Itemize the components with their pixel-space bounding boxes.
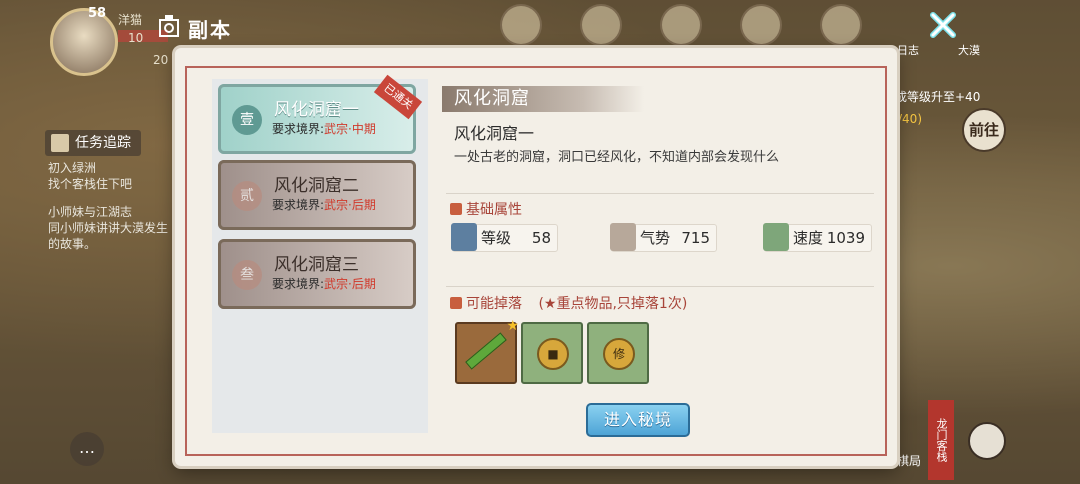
swirl-bullet-icon bbox=[450, 203, 462, 215]
menu-label-desert: 大漠 bbox=[958, 44, 980, 57]
stat-label: 气势 bbox=[640, 229, 671, 247]
menu-label-log: 日志 bbox=[897, 44, 919, 57]
upgrade-hint: 成等级升至+40 bbox=[895, 90, 981, 104]
requirement-value: 武宗·后期 bbox=[324, 277, 376, 291]
stat-value: 1039 bbox=[826, 229, 865, 247]
menu-icon-2[interactable] bbox=[580, 4, 622, 46]
stage-name: 风化洞窟三 bbox=[274, 255, 359, 275]
quest-title: 小师妹与江湖志 bbox=[48, 205, 133, 219]
requirement-label: 要求境界: bbox=[272, 198, 325, 212]
stage-requirement: 要求境界:武宗·后期 bbox=[272, 275, 376, 292]
drop-item-cultivation-coin[interactable]: 修 bbox=[587, 322, 649, 384]
menu-icon-5[interactable] bbox=[820, 4, 862, 46]
page-title: 副本 bbox=[188, 18, 232, 42]
stat-speed: 速度 1039 bbox=[763, 223, 872, 252]
stage-requirement: 要求境界:武宗·中期 bbox=[272, 120, 376, 137]
task-tracking-label: 任务追踪 bbox=[75, 135, 131, 151]
chess-label[interactable]: 棋局 bbox=[897, 452, 921, 469]
momentum-icon bbox=[610, 223, 636, 251]
requirement-label: 要求境界: bbox=[272, 122, 325, 136]
green-sword-icon bbox=[465, 332, 507, 370]
player-name: 洋猫 bbox=[118, 13, 143, 27]
requirement-value: 武宗·后期 bbox=[324, 198, 376, 212]
quest-title: 初入绿洲 bbox=[48, 161, 97, 175]
stage-requirement: 要求境界:武宗·后期 bbox=[272, 196, 376, 213]
requirement-value: 武宗·中期 bbox=[324, 122, 376, 136]
menu-icon-4[interactable] bbox=[740, 4, 782, 46]
speed-icon bbox=[763, 223, 789, 251]
stage-name: 风化洞窟二 bbox=[274, 176, 359, 196]
stage-badge: 叁 bbox=[232, 260, 262, 290]
divider bbox=[446, 286, 874, 287]
menu-icon-1[interactable] bbox=[500, 4, 542, 46]
drop-item-sword[interactable]: ★ bbox=[455, 318, 519, 384]
enter-dungeon-button[interactable]: 进入秘境 bbox=[586, 403, 690, 437]
player-avatar[interactable] bbox=[50, 8, 118, 76]
chat-button[interactable]: … bbox=[70, 432, 104, 466]
stage-description: 一处古老的洞窟，洞口已经风化，不知道内部会发现什么 bbox=[454, 150, 780, 165]
stage-name: 风化洞窟一 bbox=[274, 100, 359, 120]
section-title: 风化洞窟 bbox=[442, 86, 644, 112]
stat-label: 速度 bbox=[793, 229, 824, 247]
drops-title: 可能掉落 bbox=[466, 296, 522, 312]
quest-item[interactable]: 小师妹与江湖志 同小师妹讲讲大漠发生的故事。 bbox=[48, 204, 173, 252]
swirl-bullet-icon bbox=[450, 297, 462, 309]
cultivation-coin-icon: 修 bbox=[603, 338, 635, 370]
quest-desc: 找个客栈住下吧 bbox=[48, 177, 133, 191]
drops-heading: 可能掉落 (★重点物品,只掉落1次) bbox=[450, 293, 687, 313]
drops-note: (★重点物品,只掉落1次) bbox=[538, 296, 688, 312]
task-tracking-button[interactable]: 任务追踪 bbox=[45, 130, 141, 156]
player-level: 58 bbox=[88, 6, 107, 21]
player-stat-1: 10 bbox=[128, 31, 144, 45]
stat-value: 58 bbox=[531, 229, 551, 247]
goto-button[interactable]: 前往 bbox=[962, 108, 1006, 152]
attributes-title: 基础属性 bbox=[466, 202, 522, 218]
player-stat-2: 20 bbox=[153, 53, 169, 67]
attributes-heading: 基础属性 bbox=[450, 199, 522, 219]
stat-level: 等级 58 bbox=[451, 223, 558, 252]
stage-badge: 壹 bbox=[232, 105, 262, 135]
stat-value: 715 bbox=[681, 229, 710, 247]
chat-icon: … bbox=[79, 438, 95, 457]
stage-item-2[interactable]: 贰 风化洞窟二 要求境界:武宗·后期 bbox=[218, 160, 416, 230]
scroll-icon bbox=[51, 134, 69, 152]
drop-item-coin[interactable]: ■ bbox=[521, 322, 583, 384]
swirl-icon[interactable] bbox=[968, 422, 1006, 460]
close-icon[interactable] bbox=[928, 10, 958, 40]
key-item-star-icon: ★ bbox=[506, 318, 519, 334]
stat-label: 等级 bbox=[481, 229, 512, 247]
quest-item[interactable]: 初入绿洲 找个客栈住下吧 bbox=[48, 160, 132, 192]
stat-momentum: 气势 715 bbox=[610, 223, 717, 252]
menu-icon-3[interactable] bbox=[660, 4, 702, 46]
top-menu-icons bbox=[500, 4, 862, 46]
divider bbox=[446, 193, 874, 194]
stage-badge: 贰 bbox=[232, 181, 262, 211]
stage-item-3[interactable]: 叁 风化洞窟三 要求境界:武宗·后期 bbox=[218, 239, 416, 309]
dungeon-icon bbox=[159, 15, 179, 37]
shop-sign[interactable]: 龙门客栈 bbox=[928, 400, 954, 480]
quest-desc: 同小师妹讲讲大漠发生的故事。 bbox=[48, 221, 169, 251]
coin-icon: ■ bbox=[537, 338, 569, 370]
selected-stage-name: 风化洞窟一 bbox=[454, 124, 535, 143]
level-icon bbox=[451, 223, 477, 251]
progress-text: /40) bbox=[898, 112, 922, 126]
requirement-label: 要求境界: bbox=[272, 277, 325, 291]
